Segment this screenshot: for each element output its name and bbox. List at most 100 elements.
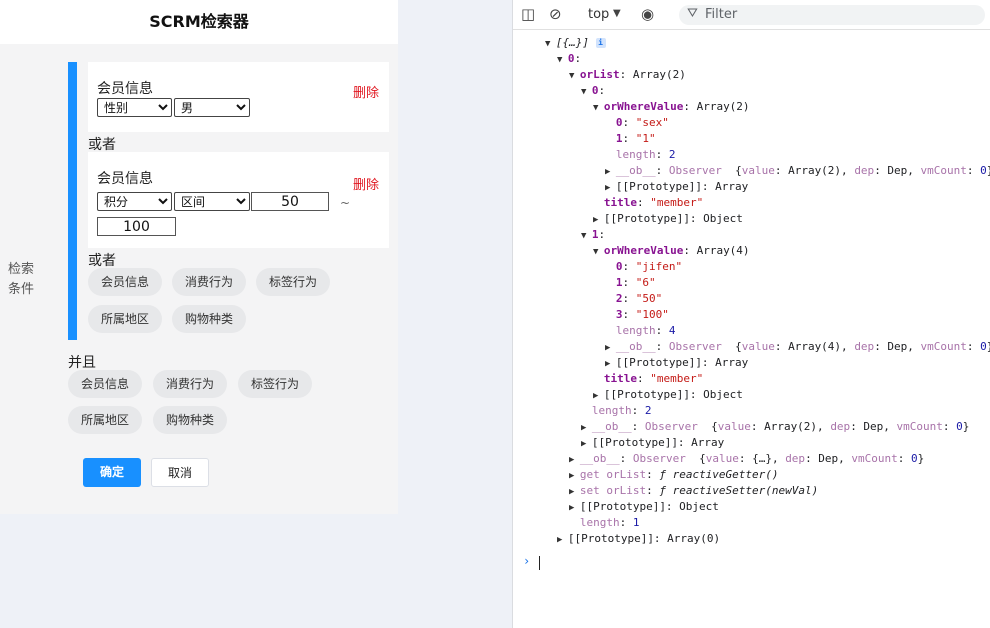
range-to-input[interactable] (97, 217, 176, 236)
console-tree-row[interactable]: ▶ [[Prototype]]: Array (605, 180, 748, 195)
console-tree-row: 0: "sex" (605, 116, 669, 131)
collapse-triangle-icon[interactable]: ▶ (569, 487, 580, 497)
expand-triangle-icon[interactable]: ▼ (593, 103, 604, 113)
condition-card-gender: 会员信息 删除 性别 男 (88, 62, 389, 132)
pill-tag-behavior[interactable]: 标签行为 (256, 268, 330, 296)
console-tree-row[interactable]: ▼ 1: (581, 228, 605, 243)
console-caret[interactable] (539, 556, 540, 570)
console-tree-row[interactable]: ▶ __ob__: Observer {value: Array(2), dep… (605, 164, 990, 179)
delete-button[interactable]: 删除 (353, 82, 379, 101)
console-tree-row[interactable]: ▼ [{…}] i (545, 36, 606, 51)
console-tree-text: length: 2 (591, 404, 652, 417)
field-select[interactable]: 性别 (97, 98, 172, 117)
console-tree-text: title: "member" (603, 372, 704, 385)
console-tree-text: 1: "1" (615, 132, 656, 145)
context-selector[interactable]: top (588, 7, 609, 22)
collapse-triangle-icon[interactable]: ▶ (569, 503, 580, 513)
pill-member-info[interactable]: 会员信息 (88, 268, 162, 296)
search-panel: 检索条件 会员信息 删除 性别 男 或者 会员信息 删除 积分 区间 ~ (0, 44, 398, 514)
console-tree-row[interactable]: ▶ [[Prototype]]: Array (605, 356, 748, 371)
pill-member-info[interactable]: 会员信息 (68, 370, 142, 398)
pill-consumption[interactable]: 消费行为 (153, 370, 227, 398)
confirm-button[interactable]: 确定 (83, 458, 141, 487)
console-tree-text: [[Prototype]]: Array (615, 356, 749, 369)
console-tree-row[interactable]: ▶ __ob__: Observer {value: Array(4), dep… (605, 340, 990, 355)
console-tree-row: length: 1 (569, 516, 640, 531)
collapse-triangle-icon[interactable]: ▶ (593, 391, 604, 401)
pill-shopping-category[interactable]: 购物种类 (172, 305, 246, 333)
pill-consumption[interactable]: 消费行为 (172, 268, 246, 296)
collapse-triangle-icon[interactable]: ▶ (605, 167, 616, 177)
or-label: 或者 (88, 137, 116, 153)
console-tree-text: 2: "50" (615, 292, 663, 305)
console-tree-row[interactable]: ▶ [[Prototype]]: Array (581, 436, 724, 451)
console-prompt: › (523, 554, 531, 568)
collapse-triangle-icon[interactable]: ▶ (581, 439, 592, 449)
console-tree-row: 3: "100" (605, 308, 669, 323)
expand-triangle-icon[interactable]: ▼ (581, 231, 592, 241)
field-select[interactable]: 积分 (97, 192, 172, 211)
clear-console-icon[interactable]: ⊘ (549, 5, 562, 23)
console-tree-text: __ob__: Observer {value: Array(2), dep: … (615, 164, 990, 177)
pill-tag-behavior[interactable]: 标签行为 (238, 370, 312, 398)
pill-region[interactable]: 所属地区 (68, 406, 142, 434)
or-group-bar (68, 62, 77, 340)
devtools-console: ◫ ⊘ top ▼ ◉ ⛛ Filter ▼ [{…}] i ▼ 0: ▼ orLi… (512, 0, 990, 628)
console-tree-row[interactable]: ▶ get orList: ƒ reactiveGetter() (569, 468, 779, 483)
page-title: SCRM检索器 (0, 0, 398, 44)
console-tree-row[interactable]: ▼ orList: Array(2) (569, 68, 686, 83)
console-tree-row[interactable]: ▶ __ob__: Observer {value: Array(2), dep… (581, 420, 969, 435)
console-tree-row[interactable]: ▶ [[Prototype]]: Object (593, 388, 743, 403)
console-tree-text: 0: (591, 84, 606, 97)
console-tree-text: length: 4 (615, 324, 676, 337)
sidebar-toggle-icon[interactable]: ◫ (521, 5, 535, 23)
console-tree-row[interactable]: ▼ 0: (581, 84, 605, 99)
console-tree-row[interactable]: ▶ [[Prototype]]: Object (569, 500, 719, 515)
console-tree-row[interactable]: ▶ [[Prototype]]: Object (593, 212, 743, 227)
collapse-triangle-icon[interactable]: ▶ (593, 215, 604, 225)
range-from-input[interactable] (251, 192, 329, 211)
console-tree-row: 1: "6" (605, 276, 656, 291)
console-tree-text: 1: (591, 228, 606, 241)
console-tree-text: 1: "6" (615, 276, 656, 289)
eye-icon[interactable]: ◉ (641, 5, 654, 23)
operator-select[interactable]: 区间 (174, 192, 250, 211)
pill-region[interactable]: 所属地区 (88, 305, 162, 333)
value-select[interactable]: 男 (174, 98, 250, 117)
filter-input[interactable]: ⛛ Filter (679, 5, 985, 25)
delete-button[interactable]: 删除 (353, 174, 379, 193)
expand-triangle-icon[interactable]: ▼ (569, 71, 580, 81)
console-tree-row[interactable]: ▶ set orList: ƒ reactiveSetter(newVal) (569, 484, 818, 499)
console-tree-row: title: "member" (593, 372, 703, 387)
console-tree-text: title: "member" (603, 196, 704, 209)
console-toolbar: ◫ ⊘ top ▼ ◉ ⛛ Filter (513, 0, 990, 30)
console-tree-row[interactable]: ▶ [[Prototype]]: Array(0) (557, 532, 720, 547)
collapse-triangle-icon[interactable]: ▶ (605, 359, 616, 369)
expand-triangle-icon[interactable]: ▼ (581, 87, 592, 97)
console-tree-row[interactable]: ▼ 0: (557, 52, 581, 67)
expand-triangle-icon[interactable]: ▼ (545, 39, 556, 49)
console-tree-row[interactable]: ▼ orWhereValue: Array(4) (593, 244, 750, 259)
console-tree-text: __ob__: Observer {value: {…}, dep: Dep, … (579, 452, 925, 465)
console-tree-text: __ob__: Observer {value: Array(2), dep: … (591, 420, 970, 433)
collapse-triangle-icon[interactable]: ▶ (605, 343, 616, 353)
pill-shopping-category[interactable]: 购物种类 (153, 406, 227, 434)
console-tree-text: get orList: ƒ reactiveGetter() (579, 468, 779, 481)
collapse-triangle-icon[interactable]: ▶ (581, 423, 592, 433)
chevron-down-icon[interactable]: ▼ (613, 8, 621, 19)
console-tree-row[interactable]: ▼ orWhereValue: Array(2) (593, 100, 750, 115)
cancel-button[interactable]: 取消 (151, 458, 209, 487)
collapse-triangle-icon[interactable]: ▶ (557, 535, 568, 545)
console-tree-row[interactable]: ▶ __ob__: Observer {value: {…}, dep: Dep… (569, 452, 924, 467)
collapse-triangle-icon[interactable]: ▶ (569, 455, 580, 465)
console-tree-text: 0: "jifen" (615, 260, 683, 273)
collapse-triangle-icon[interactable]: ▶ (605, 183, 616, 193)
expand-triangle-icon[interactable]: ▼ (557, 55, 568, 65)
expand-triangle-icon[interactable]: ▼ (593, 247, 604, 257)
collapse-triangle-icon[interactable]: ▶ (569, 471, 580, 481)
